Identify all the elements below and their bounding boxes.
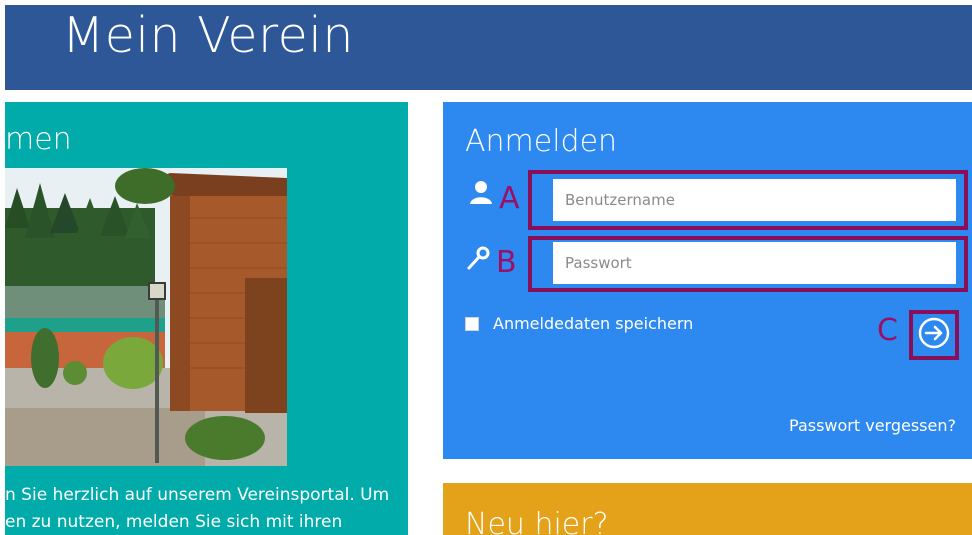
remember-me[interactable]: Anmeldedaten speichern [465,314,693,333]
site-title: Mein Verein [62,7,354,64]
annotation-label-a: A [499,181,520,216]
key-icon [466,245,492,276]
annotation-label-b: B [496,245,517,280]
welcome-text: n Sie herzlich auf unserem Vereinsportal… [5,482,405,535]
site-header: Mein Verein [5,5,972,90]
remember-label: Anmeldedaten speichern [493,314,694,333]
login-panel: Anmelden A B Anmeldedaten speichern C [443,102,972,459]
remember-checkbox[interactable] [465,316,479,331]
login-heading: Anmelden [465,124,618,159]
username-input[interactable] [553,179,956,221]
new-here-heading: Neu hier? [465,507,609,535]
welcome-heading: men [5,122,72,157]
user-icon [469,179,493,210]
welcome-text-line-2: en zu nutzen, melden Sie sich mit ihren [5,512,343,532]
new-here-panel[interactable]: Neu hier? [443,483,972,535]
forgot-password-link[interactable]: Passwort vergessen? [789,416,956,435]
annotation-label-c: C [877,313,898,348]
login-submit-button[interactable] [915,316,953,354]
password-input[interactable] [553,242,956,284]
welcome-panel: men n Sie herzlich auf unserem Vereinspo… [5,102,408,535]
clubhouse-photo [5,168,287,466]
arrow-right-circle-icon [918,317,950,354]
welcome-text-line-1: n Sie herzlich auf unserem Vereinsportal… [5,485,390,505]
